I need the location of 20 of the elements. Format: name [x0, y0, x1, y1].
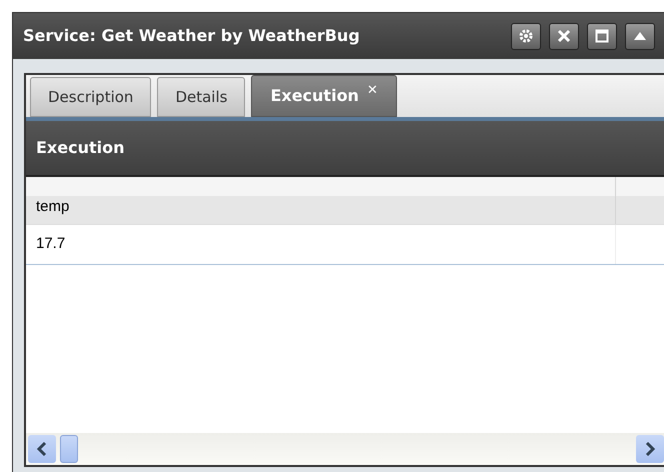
tab[interactable]: Details [157, 77, 246, 117]
tab-close-button[interactable]: ✕ [366, 81, 378, 101]
window-icon [595, 29, 609, 43]
collapse-button[interactable] [625, 22, 655, 50]
chevron-right-icon [644, 442, 656, 456]
scroll-thumb[interactable] [60, 435, 78, 463]
maximize-button[interactable] [587, 22, 617, 50]
table-cell: 17.7 [26, 225, 616, 264]
tab[interactable]: Execution ✕ [251, 75, 397, 117]
settings-button[interactable] [511, 22, 541, 50]
chevron-left-icon [36, 442, 48, 456]
window-title: Service: Get Weather by WeatherBug [23, 25, 361, 47]
horizontal-scrollbar[interactable] [26, 433, 664, 465]
gear-icon [518, 28, 534, 44]
tab[interactable]: Description [30, 77, 152, 117]
close-button[interactable] [549, 22, 579, 50]
scroll-right-button[interactable] [636, 435, 664, 463]
scroll-left-button[interactable] [28, 435, 56, 463]
close-icon [557, 29, 571, 43]
panel-title: Execution [36, 137, 124, 159]
